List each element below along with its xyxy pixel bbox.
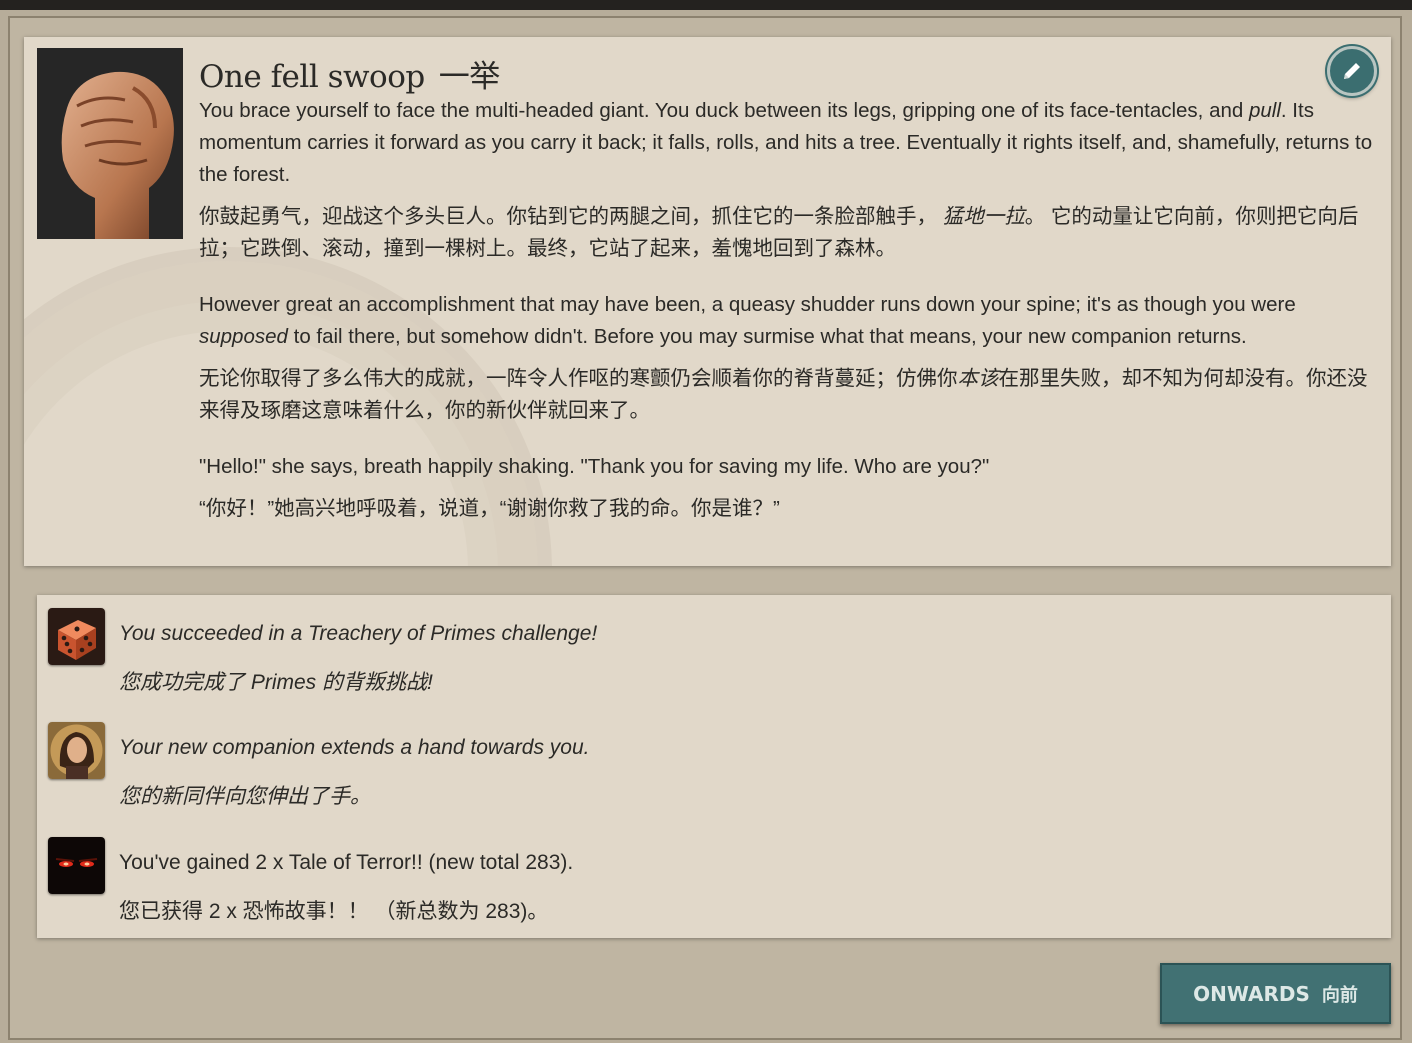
paragraph-3-en: "Hello!" she says, breath happily shakin… [199, 455, 990, 478]
title-zh: 一举 [438, 59, 501, 95]
red-eyes-icon [48, 837, 105, 894]
text-span: However great an accomplishment that may… [199, 293, 1296, 316]
paragraph-1-zh: 你鼓起勇气，迎战这个多头巨人。你钻到它的两腿之间，抓住它的一条脸部触手， 猛地一… [199, 201, 1379, 265]
outcome-text-zh: 您的新同伴向您伸出了手。 [119, 785, 371, 808]
companion-portrait-icon [48, 722, 105, 779]
emphasis: 猛地一拉 [942, 205, 1025, 228]
story-text: You brace yourself to face the multi-hea… [199, 95, 1379, 525]
outcomes-panel: You succeeded in a Treachery of Primes c… [37, 595, 1391, 938]
emphasis: supposed [199, 325, 288, 348]
outcome-text-zh: 您成功完成了 Primes 的背叛挑战! [119, 671, 433, 694]
emphasis: 本该 [957, 367, 999, 390]
emphasis: pull [1248, 99, 1281, 122]
outcome-text-en: You've gained 2 x Tale of Terror!! (new … [119, 851, 574, 874]
pencil-icon [1344, 63, 1360, 79]
onwards-label-zh: 向前 [1321, 984, 1358, 1006]
text-span: 无论你取得了多么伟大的成就，一阵令人作呕的寒颤仍会顺着你的脊背蔓延；仿佛你 [199, 367, 958, 390]
title-en: One fell swoop [199, 59, 425, 95]
dice-icon [48, 608, 105, 665]
paragraph-2-zh: 无论你取得了多么伟大的成就，一阵令人作呕的寒颤仍会顺着你的脊背蔓延；仿佛你本该在… [199, 363, 1379, 427]
outcome-text-en: Your new companion extends a hand toward… [119, 736, 590, 759]
outcome-text-en: You succeeded in a Treachery of Primes c… [119, 622, 598, 645]
top-bar [0, 0, 1412, 10]
text-span: 你鼓起勇气，迎战这个多头巨人。你钻到它的两腿之间，抓住它的一条脸部触手， [199, 205, 943, 228]
paragraph-2-en: However great an accomplishment that may… [199, 289, 1379, 353]
paragraph-3-zh: “你好！”她高兴地呼吸着，说道，“谢谢你救了我的命。你是谁？” [199, 497, 780, 520]
onwards-label: ONWARDS [1193, 981, 1310, 1006]
text-span: to fail there, but somehow didn't. Befor… [287, 325, 1247, 348]
page-title: One fell swoop 一举 [199, 51, 500, 96]
fist-icon [37, 48, 183, 239]
edit-button[interactable] [1327, 46, 1377, 96]
onwards-button[interactable]: ONWARDS 向前 [1160, 963, 1391, 1024]
paragraph-1-en: You brace yourself to face the multi-hea… [199, 95, 1379, 191]
text-span: You brace yourself to face the multi-hea… [199, 99, 1249, 122]
storylet-panel: One fell swoop 一举 You brace yourself to f… [24, 37, 1391, 566]
outcome-text-zh: 您已获得 2 x 恐怖故事！！ （新总数为 283)。 [119, 900, 549, 923]
